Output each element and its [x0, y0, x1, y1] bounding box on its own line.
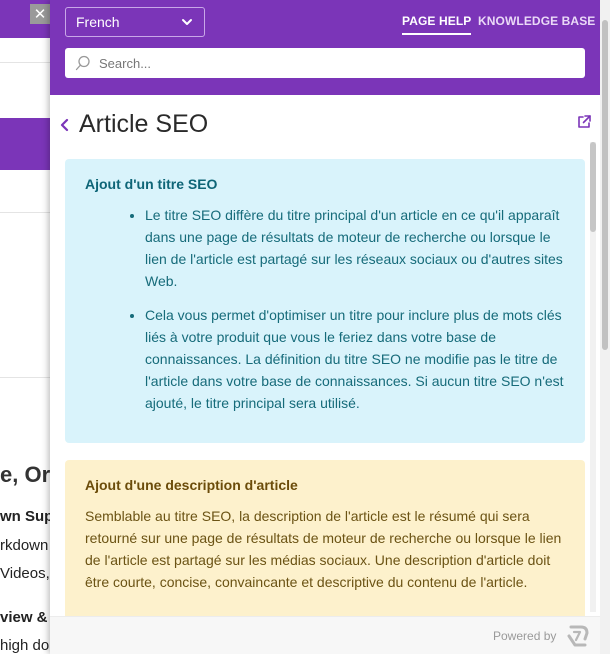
language-select[interactable]: French [65, 7, 205, 37]
brand-logo-icon[interactable] [566, 624, 590, 648]
article-title-row: Article SEO [50, 105, 600, 145]
background-text: Videos, [0, 565, 50, 582]
callout-body: Semblable au titre SEO, la description d… [85, 508, 562, 590]
chevron-down-icon [182, 19, 192, 25]
close-icon[interactable]: ✕ [30, 4, 50, 24]
help-panel: French PAGE HELP KNOWLEDGE BASE Article … [50, 0, 600, 654]
powered-by-label: Powered by [493, 629, 557, 643]
panel-header: French PAGE HELP KNOWLEDGE BASE [50, 0, 600, 95]
callout-list: Le titre SEO diffère du titre principal … [85, 204, 565, 414]
search-input[interactable] [99, 55, 569, 71]
background-heading: e, Org [0, 462, 52, 487]
back-chevron-icon[interactable] [56, 115, 72, 135]
panel-footer: Powered by [50, 616, 600, 654]
article-title: Article SEO [79, 110, 209, 138]
search-box [65, 48, 585, 78]
background-text: wn Supp [0, 508, 52, 525]
language-select-value: French [76, 14, 120, 30]
callout-heading: Ajout d'une description d'article [85, 477, 298, 493]
warning-callout: Ajout d'une description d'article Sembla… [65, 460, 585, 616]
external-link-icon[interactable] [576, 114, 592, 130]
callout-heading: Ajout d'un titre SEO [85, 176, 218, 192]
background-text: rkdown [0, 537, 49, 554]
search-icon [75, 55, 90, 71]
window-scrollbar[interactable] [600, 0, 610, 654]
tab-page-help[interactable]: PAGE HELP [402, 14, 472, 35]
article-content: Ajout d'un titre SEO Le titre SEO diffèr… [50, 150, 600, 616]
info-callout: Ajout d'un titre SEO Le titre SEO diffèr… [65, 159, 585, 443]
content-scrollbar[interactable] [590, 142, 596, 612]
scrollbar-thumb[interactable] [590, 142, 596, 232]
background-text: view & I [0, 609, 52, 626]
window-scrollbar-thumb[interactable] [602, 20, 608, 350]
tab-knowledge-base[interactable]: KNOWLEDGE BASE [478, 14, 595, 28]
list-item: Le titre SEO diffère du titre principal … [145, 204, 565, 292]
list-item: Cela vous permet d'optimiser un titre po… [145, 304, 565, 414]
background-text: high do [0, 637, 50, 654]
